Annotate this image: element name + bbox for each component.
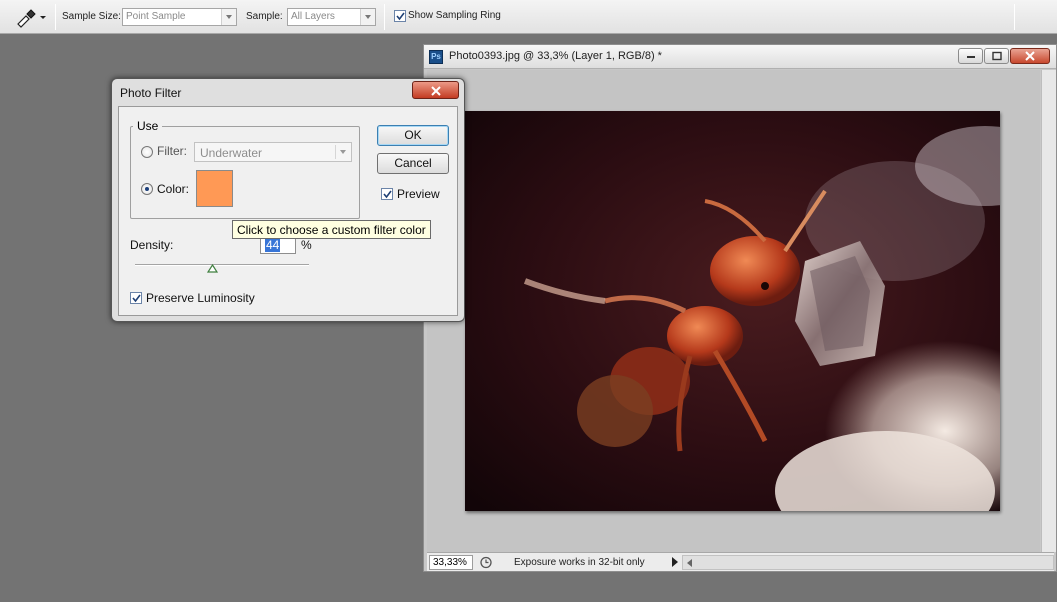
density-unit: % [301,238,312,252]
filter-select[interactable]: Underwater [194,142,352,162]
use-group [130,126,360,219]
canvas-area[interactable] [427,70,1040,552]
close-button[interactable] [1010,48,1050,64]
status-bar: 33,33% Exposure works in 32-bit only [427,552,1054,571]
document-title: Photo0393.jpg @ 33,3% (Layer 1, RGB/8) * [449,50,662,62]
checkmark-icon [132,294,141,303]
zoom-input[interactable]: 33,33% [429,555,473,570]
show-sampling-ring-checkbox[interactable] [394,10,406,22]
photo-filter-dialog: Photo Filter Use Filter: Underwater Colo… [111,78,465,322]
density-slider-track[interactable] [135,264,309,266]
chevron-down-icon [335,145,349,159]
filter-value: Underwater [200,146,263,160]
density-value: 44 [265,238,281,252]
minimize-icon [966,56,975,58]
ok-button[interactable]: OK [377,125,449,146]
chevron-down-icon [221,9,236,25]
tool-preset-picker[interactable] [12,6,48,28]
close-icon [431,86,441,96]
document-window: Ps Photo0393.jpg @ 33,3% (Layer 1, RGB/8… [423,44,1057,572]
show-sampling-ring-label: Show Sampling Ring [408,10,501,21]
sample-size-value: Point Sample [126,11,186,22]
divider [55,4,56,30]
options-bar: Sample Size: Point Sample Sample: All La… [0,0,1057,34]
maximize-button[interactable] [984,48,1009,64]
filter-radio[interactable] [141,146,153,158]
color-radio[interactable] [141,183,153,195]
document-title-bar[interactable]: Ps Photo0393.jpg @ 33,3% (Layer 1, RGB/8… [424,45,1056,69]
vertical-scrollbar[interactable] [1041,70,1056,552]
sample-size-label: Sample Size: [62,11,121,22]
scroll-left-icon[interactable] [687,559,692,567]
photoshop-icon: Ps [429,50,443,64]
density-label: Density: [130,238,174,252]
filter-label: Filter: [157,144,187,158]
slider-triangle-icon [207,264,218,273]
dialog-body: Use Filter: Underwater Color: Click to c… [118,106,458,316]
preview-label: Preview [397,187,440,201]
status-info-icon[interactable] [478,555,494,570]
dialog-close-button[interactable] [412,81,459,99]
chevron-down-icon [40,16,46,19]
filter-color-swatch[interactable] [196,170,233,207]
sample-label: Sample: [246,11,283,22]
preserve-luminosity-label: Preserve Luminosity [146,291,255,305]
status-menu-arrow-icon[interactable] [672,557,678,567]
sample-value: All Layers [291,11,335,22]
swatch-tooltip: Click to choose a custom filter color [232,220,431,239]
cancel-button[interactable]: Cancel [377,153,449,174]
eyedropper-icon [17,9,46,28]
chevron-down-icon [360,9,375,25]
divider [1014,4,1015,30]
checkmark-icon [396,12,405,21]
ant-photo-image [465,111,1000,511]
sample-select[interactable]: All Layers [287,8,376,26]
divider [384,4,385,30]
clock-icon [480,556,492,569]
sample-size-select[interactable]: Point Sample [122,8,237,26]
minimize-button[interactable] [958,48,983,64]
horizontal-scrollbar[interactable] [682,555,1054,570]
status-text: Exposure works in 32-bit only [514,557,645,568]
close-icon [1025,51,1035,61]
checkmark-icon [383,190,392,199]
dialog-title: Photo Filter [120,86,182,100]
color-label: Color: [157,182,190,196]
preserve-luminosity-checkbox[interactable] [130,292,142,304]
use-group-label: Use [133,119,163,133]
maximize-icon [991,51,1002,61]
preview-checkbox[interactable] [381,188,393,200]
photo-canvas[interactable] [465,111,1000,511]
